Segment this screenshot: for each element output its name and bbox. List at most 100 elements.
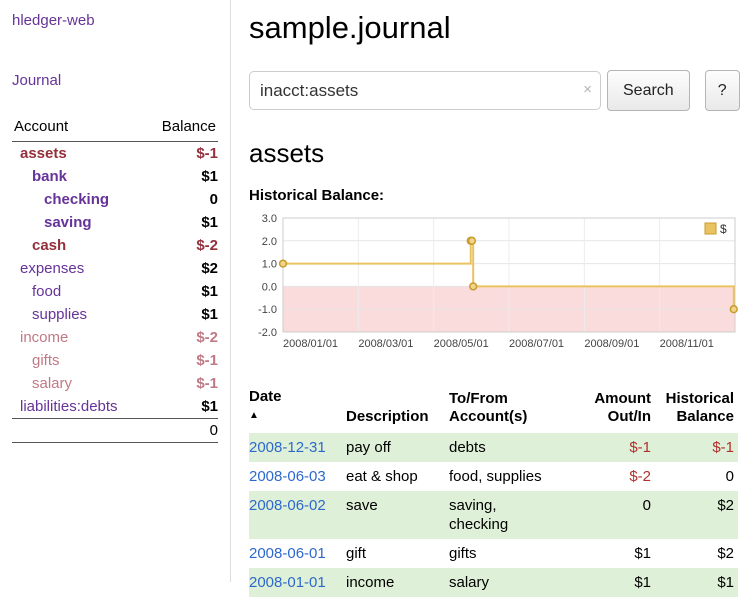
account-balance: $-2 [145,326,218,349]
account-link[interactable]: income [20,329,68,346]
account-balance: $1 [145,395,218,419]
accounts-total-row: 0 [12,419,218,443]
register-date-link[interactable]: 2008-01-01 [249,574,326,591]
register-header-date[interactable]: Date ▲ [249,368,346,433]
account-name-cell: bank [12,165,145,188]
register-date-cell: 2008-01-01 [249,568,346,597]
accounts-body: assets$-1bank$1checking0saving$1cash$-2e… [12,142,218,419]
account-balance: $2 [145,257,218,280]
register-date-cell: 2008-12-31 [249,433,346,462]
register-description-cell: gift [346,539,449,568]
register-amount-cell: $-1 [587,433,661,462]
account-balance: $1 [145,165,218,188]
app-title: hledger-web [12,12,218,30]
clear-search-icon[interactable]: × [583,81,592,98]
search-button[interactable]: Search [607,70,690,111]
sort-ascending-icon: ▲ [249,410,259,421]
account-link[interactable]: checking [44,191,109,208]
register-date-link[interactable]: 2008-12-31 [249,439,326,456]
account-balance: $-1 [145,142,218,166]
register-description-cell: pay off [346,433,449,462]
account-link[interactable]: liabilities:debts [20,398,118,415]
balance-chart: 3.02.01.00.0-1.0-2.02008/01/012008/03/01… [249,212,738,354]
account-name-cell: cash [12,234,145,257]
register-date-link[interactable]: 2008-06-03 [249,468,326,485]
register-row: 2008-06-02 savesaving, checking0$2 [249,491,738,539]
account-link[interactable]: cash [32,237,66,254]
register-amount-cell: 0 [587,491,661,539]
chart-label: Historical Balance: [249,187,740,204]
account-row: assets $-1 [12,142,218,166]
account-row: bank $1 [12,165,218,188]
account-row: expenses $2 [12,257,218,280]
account-name-cell: checking [12,188,145,211]
account-name-cell: salary [12,372,145,395]
account-link[interactable]: supplies [32,306,87,323]
account-row: liabilities:debts $1 [12,395,218,419]
svg-text:2008/03/01: 2008/03/01 [358,338,413,350]
register-accounts-cell: salary [449,568,587,597]
account-link[interactable]: gifts [32,352,60,369]
account-row: income $-2 [12,326,218,349]
register-date-link[interactable]: 2008-06-02 [249,497,326,514]
register-description-cell: income [346,568,449,597]
register-balance-cell: $2 [661,491,738,539]
accounts-total-value: 0 [145,419,218,443]
account-row: saving$1 [12,211,218,234]
svg-text:-2.0: -2.0 [258,327,277,339]
register-header-accounts: To/From Account(s) [449,368,587,433]
register-row: 2008-06-03eat & shopfood, supplies$-20 [249,462,738,491]
register-amount-cell: $1 [587,539,661,568]
register-date-cell: 2008-06-03 [249,462,346,491]
app-title-link[interactable]: hledger-web [12,12,95,29]
svg-text:2008/07/01: 2008/07/01 [509,338,564,350]
register-accounts-cell: food, supplies [449,462,587,491]
svg-text:3.0: 3.0 [262,213,277,225]
account-balance: $-1 [145,349,218,372]
accounts-tree: Account Balance assets$-1bank$1checking0… [12,116,218,443]
accounts-total-spacer [12,419,145,443]
account-link[interactable]: assets [20,145,67,162]
account-row: checking0 [12,188,218,211]
svg-text:0.0: 0.0 [262,281,277,293]
register-amount-cell: $1 [587,568,661,597]
account-link[interactable]: food [32,283,61,300]
account-name-cell: liabilities:debts [12,395,145,419]
register-accounts-cell: saving, checking [449,491,587,539]
register-header-row: Date ▲ Description To/From Account(s) Am… [249,368,738,433]
account-link[interactable]: expenses [20,260,84,277]
register-date-cell: 2008-06-01 [249,539,346,568]
svg-text:2008/11/01: 2008/11/01 [660,338,714,350]
register-date-link[interactable]: 2008-06-01 [249,545,326,562]
register-accounts-cell: debts [449,433,587,462]
search-help-button[interactable]: ? [705,70,740,111]
account-row: cash $-2 [12,234,218,257]
account-link[interactable]: salary [32,375,72,392]
account-balance: $1 [145,303,218,326]
register-balance-cell: $2 [661,539,738,568]
account-balance: $-1 [145,372,218,395]
sidebar-item-journal[interactable]: Journal [12,72,61,89]
register-balance-cell: $1 [661,568,738,597]
account-name-cell: saving [12,211,145,234]
account-name-cell: gifts [12,349,145,372]
register-balance-cell: 0 [661,462,738,491]
register-header-balance: Historical Balance [661,368,738,433]
register-row: 2008-12-31pay offdebts$-1$-1 [249,433,738,462]
account-link[interactable]: saving [44,214,92,231]
search-row: × Search ? [249,70,740,111]
register-header-amount: Amount Out/In [587,368,661,433]
account-name-cell: assets [12,142,145,166]
page-title: sample.journal [249,10,740,46]
register-date-cell: 2008-06-02 [249,491,346,539]
register-header-description: Description [346,368,449,433]
register-header-date-label: Date [249,388,282,405]
account-link[interactable]: bank [32,168,67,185]
register-row: 2008-06-01giftgifts$1$2 [249,539,738,568]
account-balance: $-2 [145,234,218,257]
account-row: gifts $-1 [12,349,218,372]
svg-text:1.0: 1.0 [262,259,277,271]
svg-text:2008/05/01: 2008/05/01 [434,338,489,350]
register-description-cell: save [346,491,449,539]
search-input[interactable] [249,71,601,110]
